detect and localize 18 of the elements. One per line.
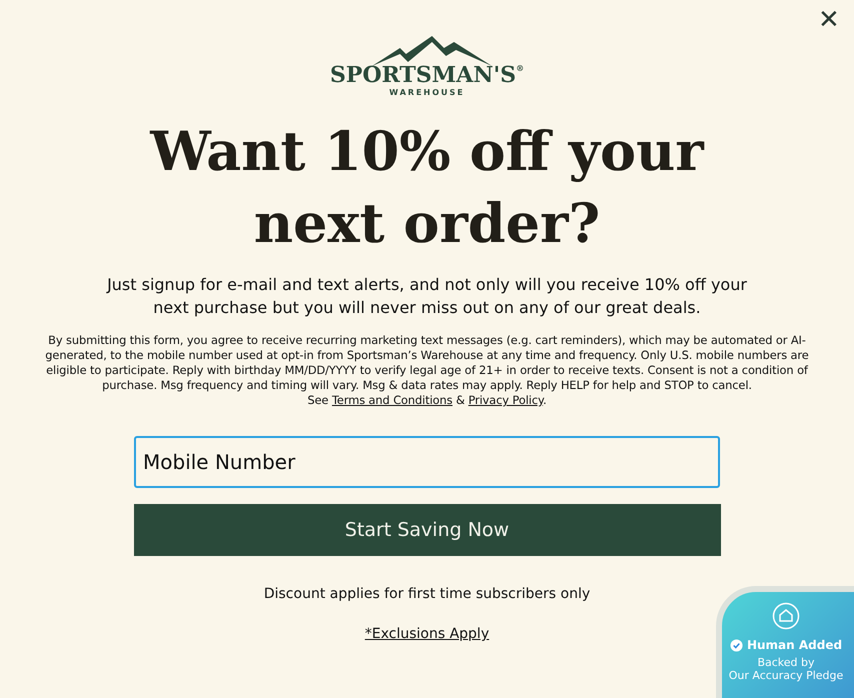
legal-text: By submitting this form, you agree to receive recurring marketing text messages (e.g. cart reminders), which may be automated or AI-generated, to the mobile number used at opt-in from Sportsman’s Warehouse at any time and frequency. Only U.S. mobile numbers are eligible to participate. Reply with birthday MM/DD/YYYY to verify legal age of 21+ in order to receive texts. Consent is not a condition of purchase. Msg frequency and timing will vary. Msg & data rates may apply. Reply HELP for help and STOP to cancel. See Terms and Conditions & Privacy Policy. [44,333,810,408]
privacy-link[interactable]: Privacy Policy [468,393,543,407]
badge-text: Backed by Our Accuracy Pledge [728,656,844,682]
mobile-number-field[interactable]: Mobile Number [134,436,720,488]
registered-mark: ® [516,63,524,73]
terms-link[interactable]: Terms and Conditions [332,393,452,407]
exclusions-link[interactable]: *Exclusions Apply [364,626,490,642]
logo-subtitle: WAREHOUSE [389,88,465,97]
check-icon [730,638,743,652]
logo-wordmark: SPORTSMAN'S [330,62,516,88]
badge-title: Human Added [746,638,842,652]
home-icon [772,602,800,630]
mountain-icon [372,36,492,66]
start-saving-button[interactable]: Start Saving Now [134,504,720,556]
discount-note: Discount applies for first time subscribers only [264,586,590,602]
headline: Want 10% off your next order? [148,118,706,257]
close-button[interactable]: ✕ [814,4,844,34]
intro-text: Just signup for e-mail and text alerts, and not only will you receive 10% off your next purchase but you will never miss out on any of our great deals. [107,274,747,319]
